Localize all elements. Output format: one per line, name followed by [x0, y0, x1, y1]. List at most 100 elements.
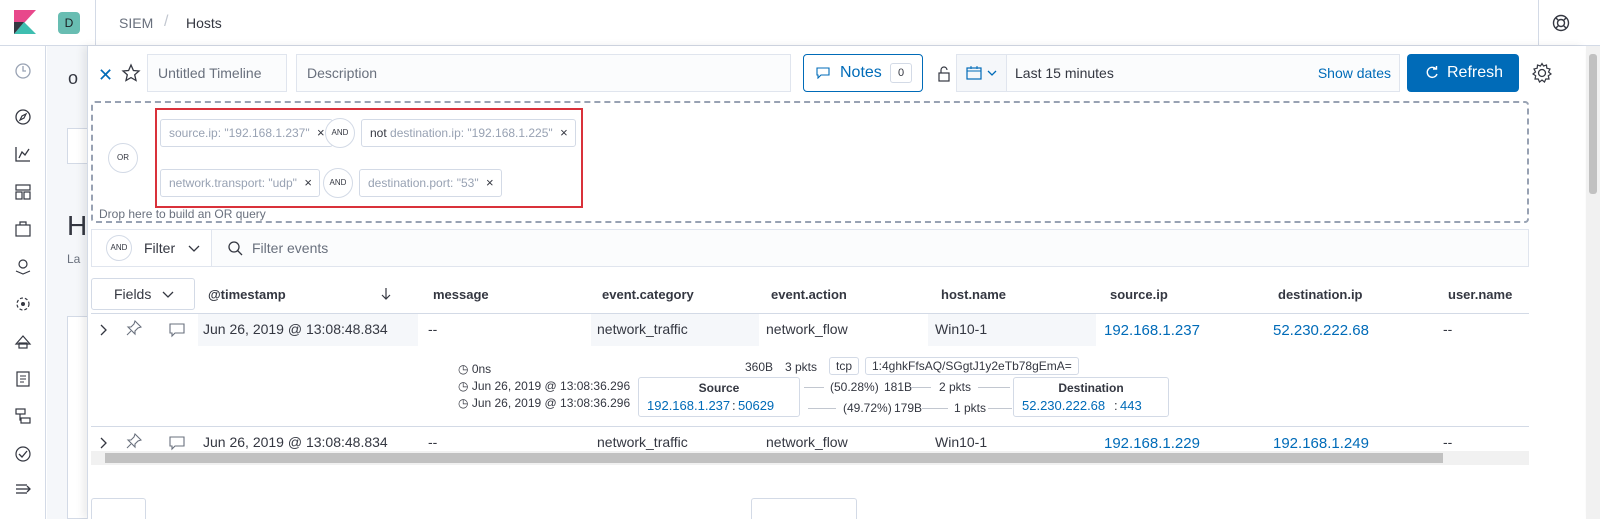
user-name-cell[interactable]: -- [1443, 321, 1452, 337]
colon-separator: : [1114, 398, 1118, 413]
column-header-user-name[interactable]: user.name [1448, 287, 1512, 302]
column-header-destination-ip[interactable]: destination.ip [1278, 287, 1363, 302]
column-header-event-category[interactable]: event.category [602, 287, 694, 302]
footer-button[interactable] [751, 498, 857, 519]
background-panel [67, 128, 87, 164]
maps-icon[interactable] [13, 256, 33, 276]
host-name-cell[interactable]: Win10-1 [935, 321, 987, 337]
background-subtext: La [67, 252, 81, 266]
filter-operator-button[interactable]: AND Filter [92, 230, 212, 266]
background-text: o [68, 68, 79, 88]
fields-button[interactable]: Fields [91, 278, 195, 310]
expand-icon[interactable] [95, 435, 111, 451]
logs-icon[interactable] [13, 369, 33, 389]
dashboard-icon[interactable] [13, 182, 33, 202]
column-header-host-name[interactable]: host.name [941, 287, 1006, 302]
timestamp-cell[interactable]: Jun 26, 2019 @ 13:08:48.834 [203, 321, 388, 337]
background-page: o H La [47, 46, 87, 519]
apm-icon[interactable] [13, 406, 33, 426]
help-icon[interactable] [1552, 14, 1570, 32]
event-action-cell[interactable]: network_flow [766, 321, 848, 337]
quick-select-button[interactable] [957, 55, 1007, 91]
scrollbar-thumb[interactable] [105, 453, 1443, 463]
uptime-icon[interactable] [13, 444, 33, 464]
column-header-event-action[interactable]: event.action [771, 287, 847, 302]
highlight-box [155, 108, 583, 208]
timeline-description-input[interactable]: Description [296, 54, 791, 92]
sort-descending-icon[interactable] [380, 287, 392, 301]
ml-icon[interactable] [13, 294, 33, 314]
event-category-cell[interactable]: network_traffic [597, 434, 688, 450]
timeline-flyout: ✕ Untitled Timeline Description Notes 0 … [87, 46, 1585, 519]
clock-icon[interactable] [13, 61, 33, 81]
infra-icon[interactable] [13, 331, 33, 351]
column-header-source-ip[interactable]: source.ip [1110, 287, 1168, 302]
source-ip-link[interactable]: 192.168.1.237 [1104, 322, 1200, 339]
lock-icon[interactable] [938, 66, 950, 82]
flow-line [922, 408, 948, 409]
column-header-timestamp[interactable]: @timestamp [208, 287, 286, 302]
canvas-icon[interactable] [13, 219, 33, 239]
timeline-title-input[interactable]: Untitled Timeline [147, 54, 287, 92]
flow-line [804, 387, 824, 388]
filter-bar: AND Filter Filter events [91, 229, 1529, 267]
destination-box: Destination 52.230.222.68 : 443 [1013, 377, 1169, 417]
footer-button[interactable] [91, 498, 146, 519]
destination-ip-link[interactable]: 192.168.1.249 [1273, 435, 1369, 452]
in-bytes-text: 179B [894, 401, 923, 415]
fields-label: Fields [114, 286, 152, 302]
background-heading: H [67, 210, 88, 241]
horizontal-scrollbar[interactable] [91, 451, 1529, 465]
show-dates-link[interactable]: Show dates [1318, 65, 1391, 81]
flow-line [911, 387, 931, 388]
collapse-icon[interactable] [13, 479, 33, 499]
event-category-cell[interactable]: network_traffic [597, 321, 688, 337]
compass-icon[interactable] [13, 107, 33, 127]
user-name-cell[interactable]: -- [1443, 434, 1452, 450]
vertical-scrollbar[interactable] [1586, 46, 1600, 519]
timestamp-cell[interactable]: Jun 26, 2019 @ 13:08:48.834 [203, 434, 388, 450]
message-cell[interactable]: -- [428, 434, 437, 450]
refresh-button[interactable]: Refresh [1407, 54, 1519, 92]
or-badge: OR [108, 143, 138, 173]
community-id-badge[interactable]: 1:4ghkFfsAQ/SGgtJ1y2eTb78gEmA= [865, 357, 1079, 375]
notes-label: Notes [840, 64, 882, 81]
source-title: Source [698, 381, 740, 395]
filter-events-input[interactable]: Filter events [252, 240, 328, 256]
visualize-icon[interactable] [13, 144, 33, 164]
destination-ip-link[interactable]: 52.230.222.68 [1273, 322, 1369, 339]
note-icon[interactable] [169, 322, 185, 338]
expand-icon[interactable] [95, 322, 111, 338]
destination-ip-link[interactable]: 52.230.222.68 [1022, 398, 1105, 413]
source-ip-link[interactable]: 192.168.1.237 [647, 398, 730, 413]
source-port-link[interactable]: 50629 [738, 398, 774, 413]
star-icon[interactable] [121, 63, 141, 83]
transport-badge[interactable]: tcp [829, 357, 860, 375]
flow-line [988, 408, 1012, 409]
note-icon [816, 67, 830, 79]
note-icon[interactable] [169, 435, 185, 451]
scrollbar-thumb[interactable] [1589, 54, 1597, 194]
event-action-cell[interactable]: network_flow [766, 434, 848, 450]
breadcrumb-siem[interactable]: SIEM [119, 15, 153, 31]
message-cell[interactable]: -- [428, 321, 437, 337]
pin-icon[interactable] [126, 320, 142, 336]
duration-text: ◷ 0ns [458, 362, 492, 376]
colon-separator: : [732, 398, 736, 413]
out-bytes-text: 181B [884, 380, 913, 394]
destination-port-link[interactable]: 443 [1120, 398, 1142, 413]
date-picker[interactable]: Last 15 minutes Show dates [956, 54, 1400, 92]
query-dropzone[interactable]: OR source.ip: "192.168.1.237" × AND not d… [91, 101, 1529, 223]
close-icon[interactable]: ✕ [98, 65, 113, 86]
host-name-cell[interactable]: Win10-1 [935, 434, 987, 450]
in-percent-text: (49.72%) [843, 401, 892, 415]
kibana-logo-icon[interactable] [14, 10, 36, 34]
refresh-icon [1426, 66, 1438, 79]
space-avatar[interactable]: D [58, 12, 80, 34]
source-ip-link[interactable]: 192.168.1.229 [1104, 435, 1200, 452]
gear-icon[interactable] [1531, 62, 1553, 84]
notes-button[interactable]: Notes 0 [803, 54, 923, 92]
date-range-text[interactable]: Last 15 minutes [1015, 65, 1114, 81]
column-header-message[interactable]: message [433, 287, 489, 302]
pin-icon[interactable] [126, 433, 142, 449]
